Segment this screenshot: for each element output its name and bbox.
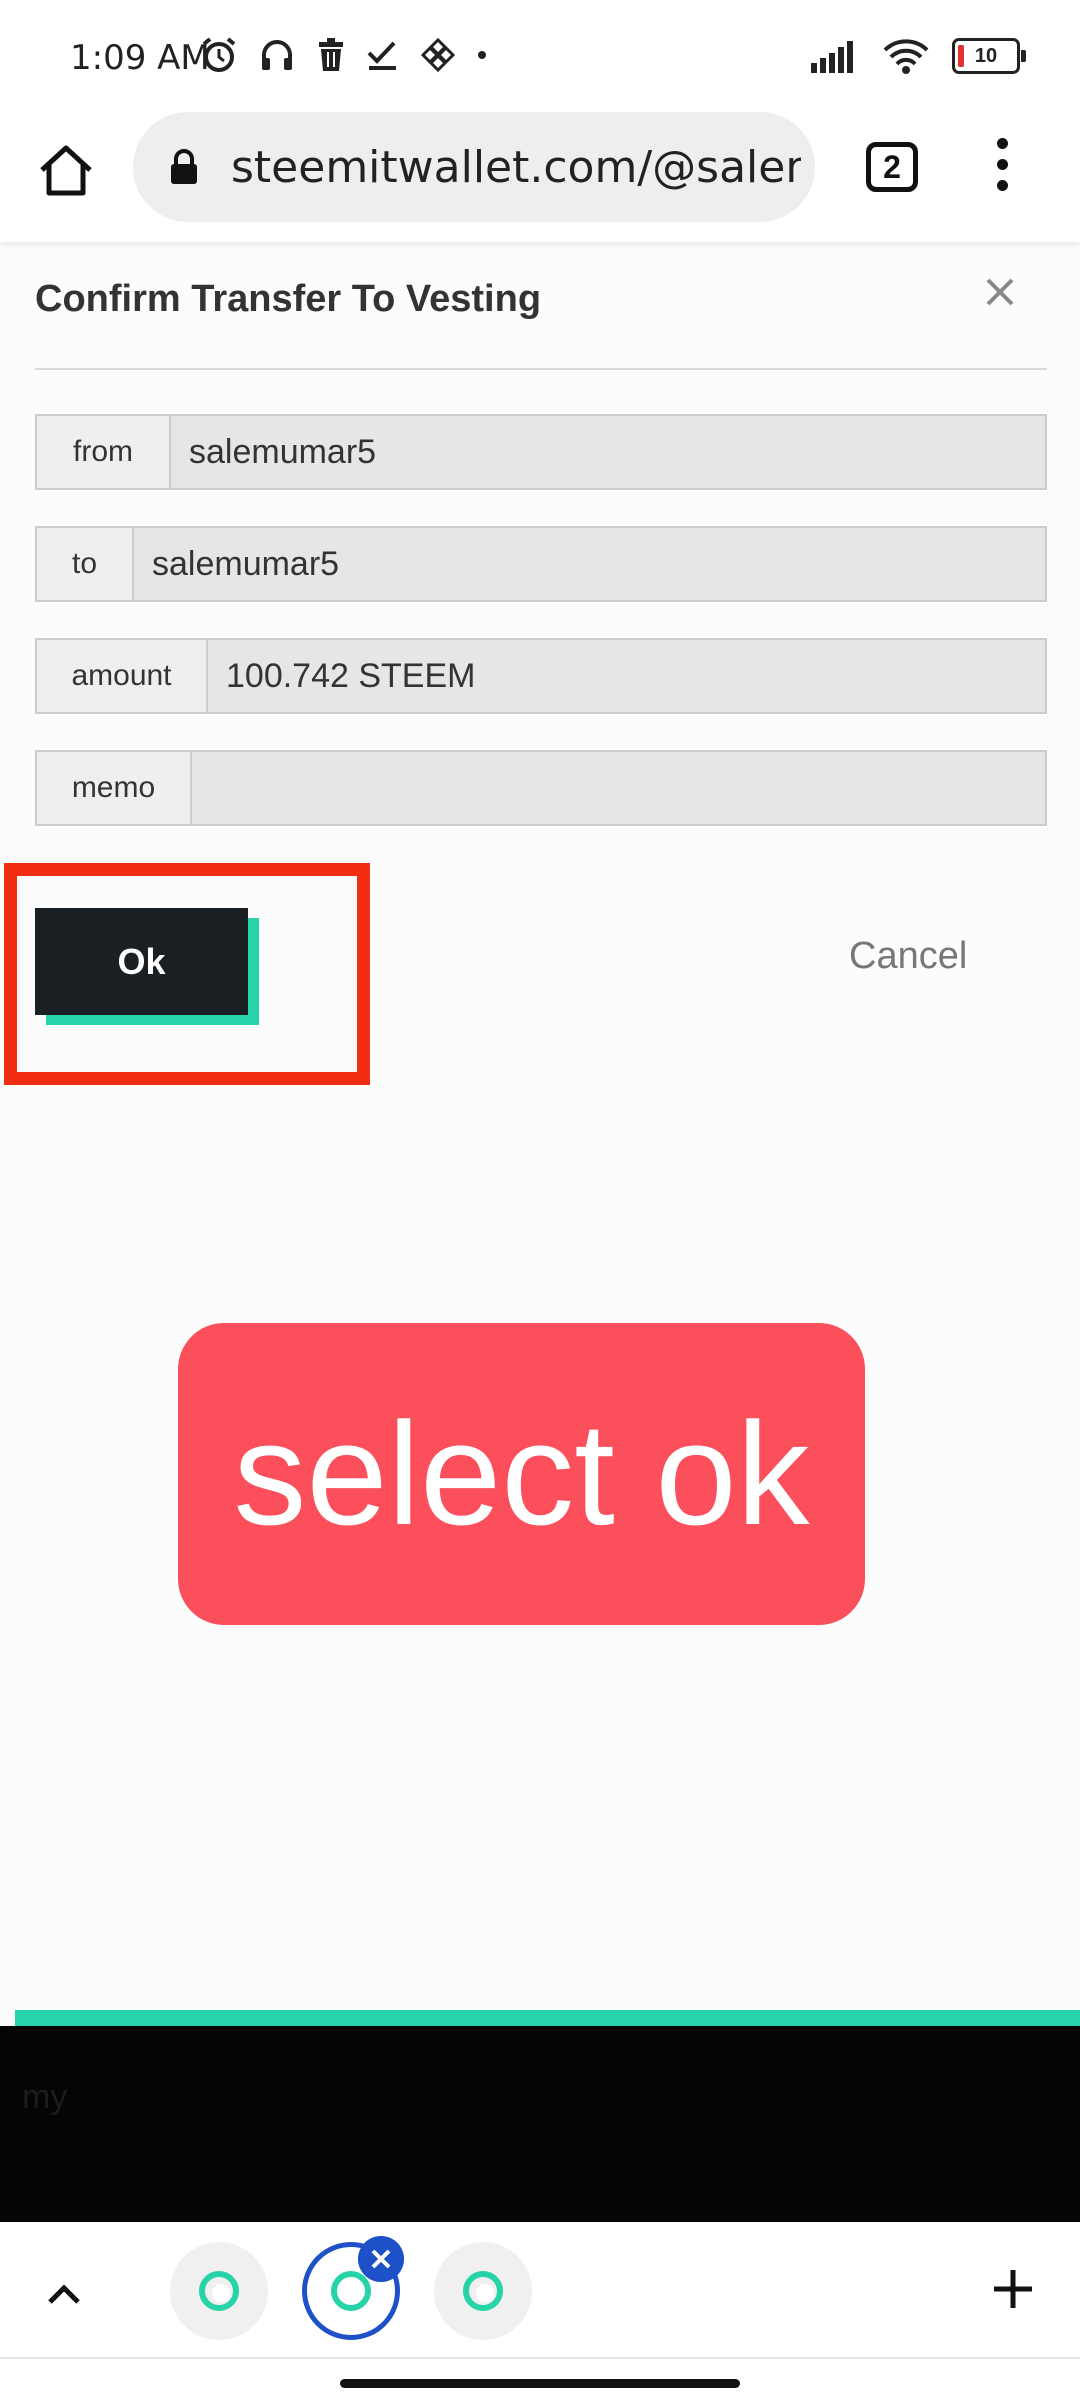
from-label: from xyxy=(35,414,169,490)
to-label: to xyxy=(35,526,132,602)
dot-icon xyxy=(478,51,486,59)
close-icon[interactable] xyxy=(980,272,1020,312)
steemit-icon xyxy=(199,2271,239,2311)
overflow-menu-icon[interactable] xyxy=(992,138,1012,202)
trash-icon xyxy=(319,38,343,71)
amount-field-row: amount 100.742 STEEM xyxy=(35,638,1047,714)
home-icon[interactable] xyxy=(36,140,96,200)
steemit-icon xyxy=(463,2271,503,2311)
amount-field[interactable]: 100.742 STEEM xyxy=(206,638,1047,714)
page-footer: my xyxy=(0,2026,1080,2222)
status-bar: 1:09 AM 10 xyxy=(0,0,1080,112)
to-field-row: to salemumar5 xyxy=(35,526,1047,602)
headphones-icon xyxy=(262,40,292,70)
instruction-callout: select ok xyxy=(178,1323,865,1625)
amount-label: amount xyxy=(35,638,206,714)
from-field[interactable]: salemumar5 xyxy=(169,414,1047,490)
cancel-button[interactable]: Cancel xyxy=(849,935,967,978)
chevron-up-icon[interactable] xyxy=(46,2282,82,2306)
tab-switcher-button[interactable]: 2 xyxy=(866,142,918,192)
browser-toolbar: steemitwallet.com/@salemu 2 xyxy=(0,112,1080,242)
tab-steemit-3[interactable] xyxy=(434,2242,532,2340)
accent-bar xyxy=(15,2010,1080,2026)
memo-label: memo xyxy=(35,750,190,826)
address-bar[interactable]: steemitwallet.com/@salemu xyxy=(133,112,815,222)
signal-icon xyxy=(811,41,853,73)
tab-steemit-1[interactable] xyxy=(170,2242,268,2340)
close-tab-icon[interactable] xyxy=(358,2236,404,2282)
lock-icon xyxy=(171,149,197,184)
memo-field[interactable] xyxy=(190,750,1047,826)
system-nav-bar xyxy=(0,2357,1080,2400)
wifi-icon xyxy=(883,39,929,74)
ok-button[interactable]: Ok xyxy=(35,908,248,1015)
alarm-icon xyxy=(202,37,236,72)
footer-faint-text: my xyxy=(22,2078,68,2116)
check-icon xyxy=(367,41,396,70)
modal-title: Confirm Transfer To Vesting xyxy=(35,278,542,320)
modal-divider xyxy=(35,368,1047,370)
tab-strip xyxy=(0,2222,1080,2357)
url-text: steemitwallet.com/@salemu xyxy=(231,142,801,193)
home-indicator[interactable] xyxy=(340,2379,740,2388)
status-time: 1:09 AM xyxy=(70,38,210,78)
notification-icons xyxy=(200,36,488,74)
from-field-row: from salemumar5 xyxy=(35,414,1047,490)
battery-level: 10 xyxy=(974,45,998,67)
binance-icon xyxy=(420,37,456,73)
memo-field-row: memo xyxy=(35,750,1047,826)
new-tab-icon[interactable] xyxy=(992,2268,1034,2310)
to-field[interactable]: salemumar5 xyxy=(132,526,1047,602)
battery-icon: 10 xyxy=(952,38,1026,74)
